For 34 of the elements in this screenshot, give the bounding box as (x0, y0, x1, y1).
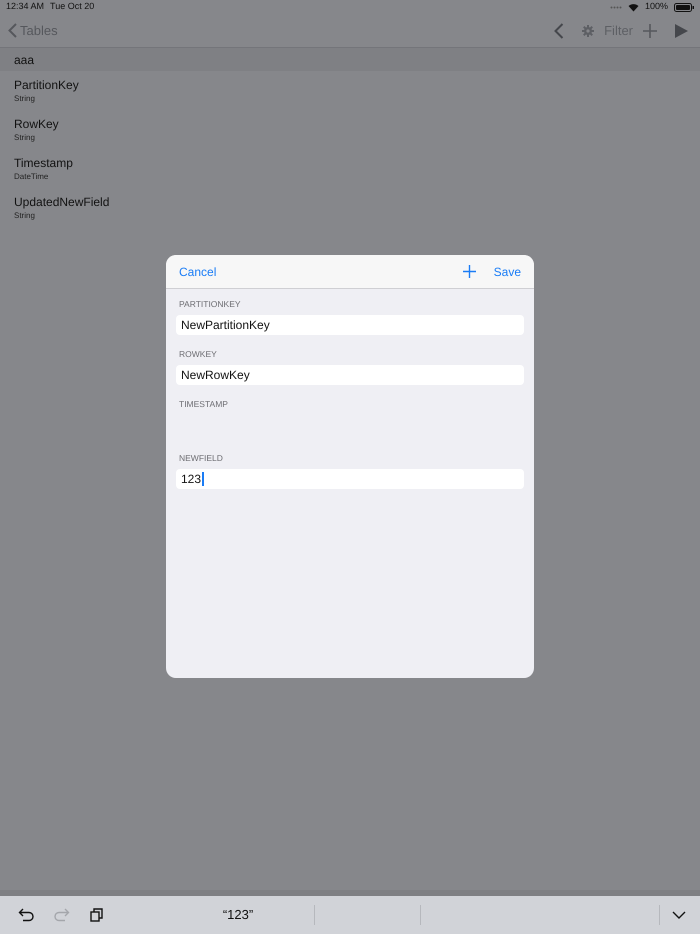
suggestion[interactable]: “123” (222, 905, 254, 925)
text-field[interactable]: NewRowKey (176, 365, 524, 385)
section-header: aaa (14, 52, 34, 68)
field-label: NEWFIELD (178, 452, 224, 465)
field-label: ROWKEY (178, 348, 218, 361)
column-type: String (14, 210, 36, 220)
field-label: TIMESTAMP (178, 398, 229, 411)
status-time: 12:34 AM (6, 0, 44, 14)
text-field[interactable]: NewPartitionKey (176, 315, 524, 335)
settings-icon[interactable] (582, 24, 594, 36)
signal-icon (610, 6, 622, 8)
wifi-icon (628, 2, 639, 12)
undo-icon[interactable] (18, 908, 34, 922)
column-type: String (14, 92, 36, 104)
copy-icon[interactable] (90, 908, 104, 922)
status-date: Tue Oct 20 (50, 0, 94, 14)
chevron-left-icon (8, 23, 17, 38)
save-button[interactable]: Save (494, 262, 521, 280)
column-name: RowKey (14, 116, 60, 132)
column-type: String (14, 132, 36, 142)
field-label: PARTITIONKEY (178, 298, 242, 311)
column-type: DateTime (14, 170, 50, 182)
column-name: PartitionKey (14, 78, 80, 92)
chevron-down-icon[interactable] (672, 911, 686, 919)
add-icon[interactable] (462, 265, 476, 278)
text-field[interactable]: 123 (176, 469, 524, 489)
cancel-button[interactable]: Cancel (179, 262, 216, 280)
battery-percent: 100% (644, 0, 668, 14)
add-icon[interactable] (643, 24, 657, 38)
column-name: UpdatedNewField (14, 194, 110, 210)
column-name: Timestamp (14, 156, 74, 170)
battery-icon (674, 2, 694, 12)
previous-icon[interactable] (554, 22, 564, 38)
play-icon[interactable] (675, 24, 688, 38)
